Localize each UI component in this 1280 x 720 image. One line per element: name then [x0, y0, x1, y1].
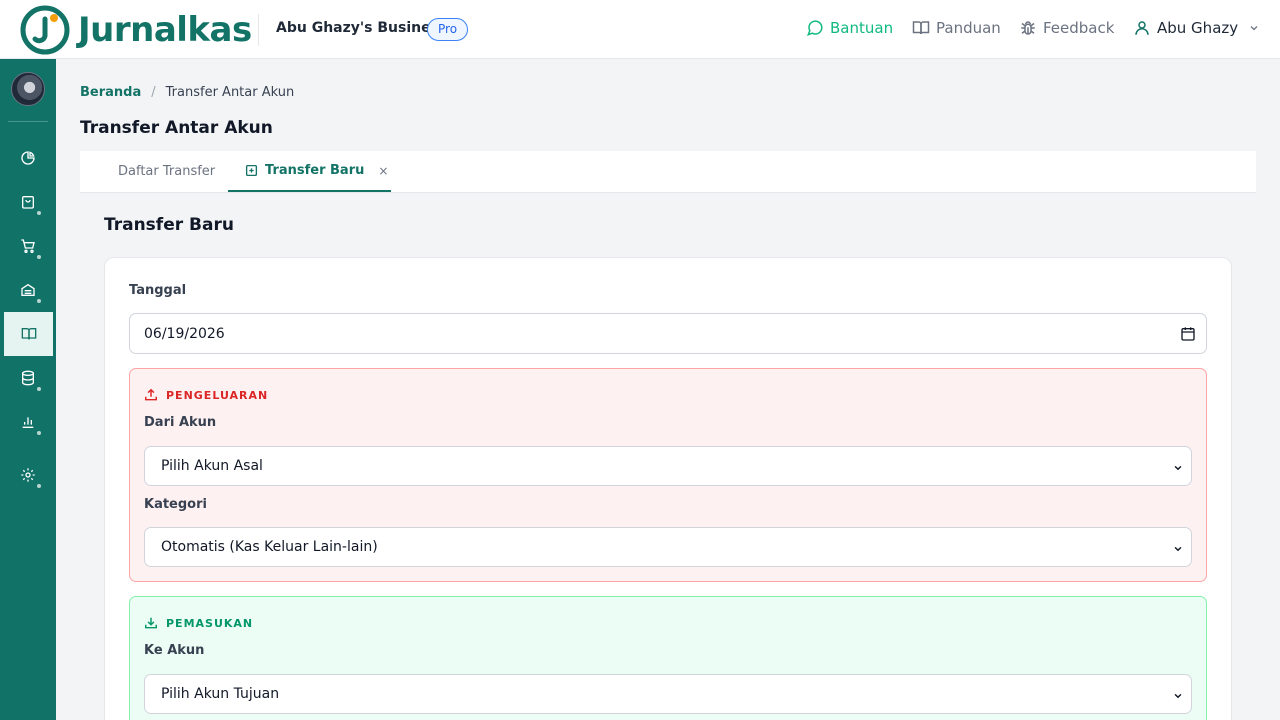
category-select[interactable]: Otomatis (Kas Keluar Lain-lain) — [144, 527, 1192, 567]
book-icon — [21, 328, 36, 340]
cart-icon — [21, 239, 35, 253]
chat-bubble-icon — [806, 20, 823, 37]
chevron-down-icon — [1174, 546, 1182, 552]
date-value: 06/19/2026 — [144, 325, 225, 342]
sidebar-item-dashboard[interactable] — [0, 136, 56, 180]
submenu-dot — [37, 211, 41, 215]
chevron-down-icon — [1174, 465, 1182, 471]
user-icon — [1135, 21, 1149, 35]
feedback-label: Feedback — [1043, 19, 1115, 37]
feedback-link[interactable]: Feedback — [1019, 19, 1114, 37]
upload-icon — [145, 388, 157, 401]
brand-logo[interactable]: Jurnalkas — [20, 5, 252, 55]
pie-chart-icon — [21, 151, 35, 165]
top-header: Jurnalkas Abu Ghazy's Business Pro Bantu… — [0, 0, 1280, 59]
breadcrumb-current: Transfer Antar Akun — [165, 85, 295, 100]
plus-square-icon — [245, 164, 258, 177]
shopping-bag-icon — [22, 196, 34, 209]
to-account-value: Pilih Akun Tujuan — [161, 686, 280, 702]
sidebar-item-settings[interactable] — [0, 453, 56, 497]
breadcrumb-separator: / — [151, 85, 156, 100]
gear-icon — [21, 468, 35, 482]
bar-chart-icon — [22, 417, 34, 428]
sidebar-item-reports[interactable] — [0, 400, 56, 444]
database-icon — [22, 370, 34, 386]
book-open-icon — [912, 21, 930, 35]
tab-new-transfer[interactable]: Transfer Baru × — [228, 151, 391, 192]
plan-badge: Pro — [427, 18, 469, 41]
sidebar-item-sales[interactable] — [0, 180, 56, 224]
calendar-icon[interactable] — [1180, 326, 1196, 342]
download-icon — [145, 617, 157, 629]
business-name: Abu Ghazy's Business — [276, 20, 448, 36]
breadcrumb-home[interactable]: Beranda — [80, 85, 141, 100]
submenu-dot — [37, 299, 41, 303]
tab-close-icon[interactable]: × — [378, 164, 388, 178]
date-field[interactable]: 06/19/2026 — [129, 313, 1207, 354]
sidebar-item-purchases[interactable] — [0, 224, 56, 268]
sidebar-item-data[interactable] — [0, 356, 56, 400]
incoming-heading: PEMASUKAN — [144, 616, 253, 630]
from-account-label: Dari Akun — [144, 415, 217, 430]
tab-transfer-list[interactable]: Daftar Transfer — [118, 151, 215, 192]
submenu-dot — [37, 431, 41, 435]
incoming-heading-label: PEMASUKAN — [166, 616, 254, 630]
breadcrumb: Beranda / Transfer Antar Akun — [80, 85, 294, 100]
help-link[interactable]: Bantuan — [806, 19, 893, 37]
submenu-dot — [37, 484, 41, 488]
sidebar-divider — [8, 121, 48, 122]
user-menu[interactable]: Abu Ghazy — [1133, 19, 1260, 37]
logo-mark-icon — [20, 5, 70, 55]
guide-label: Panduan — [936, 19, 1001, 37]
tab-bar: Daftar Transfer Transfer Baru × — [80, 151, 1256, 193]
submenu-dot — [37, 255, 41, 259]
form-title: Transfer Baru — [104, 215, 234, 235]
from-account-select[interactable]: Pilih Akun Asal — [144, 446, 1192, 486]
bug-icon — [1021, 21, 1035, 35]
avatar[interactable] — [11, 72, 45, 106]
to-account-label: Ke Akun — [144, 643, 205, 658]
header-divider — [258, 14, 259, 46]
brand-name: Jurnalkas — [78, 10, 252, 50]
tab-transfer-list-label: Daftar Transfer — [118, 164, 216, 179]
category-label: Kategori — [144, 497, 207, 512]
sidebar-item-accounts[interactable] — [4, 312, 53, 356]
outgoing-heading-label: PENGELUARAN — [166, 388, 269, 402]
inventory-icon — [21, 283, 35, 296]
category-value: Otomatis (Kas Keluar Lain-lain) — [161, 539, 378, 555]
help-label: Bantuan — [830, 19, 894, 37]
sidebar-item-inventory[interactable] — [0, 268, 56, 312]
page-title: Transfer Antar Akun — [80, 118, 273, 138]
outgoing-heading: PENGELUARAN — [144, 388, 268, 402]
to-account-select[interactable]: Pilih Akun Tujuan — [144, 674, 1192, 714]
chevron-down-icon — [1250, 26, 1258, 31]
tab-new-transfer-label: Transfer Baru — [265, 163, 365, 178]
from-account-value: Pilih Akun Asal — [161, 458, 263, 474]
user-name: Abu Ghazy — [1157, 19, 1239, 37]
guide-link[interactable]: Panduan — [912, 19, 1001, 37]
submenu-dot — [37, 387, 41, 391]
date-label: Tanggal — [129, 283, 187, 298]
sidebar — [0, 59, 56, 720]
chevron-down-icon — [1174, 693, 1182, 699]
